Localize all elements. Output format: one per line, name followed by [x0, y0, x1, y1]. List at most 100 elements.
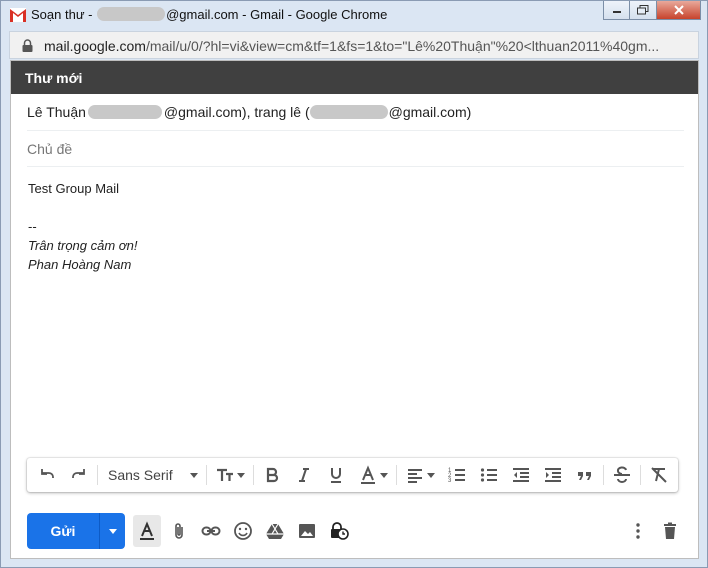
font-size-button[interactable]	[209, 460, 251, 490]
compose-secondary-actions	[622, 515, 686, 547]
redacted-email	[309, 105, 388, 119]
discard-icon	[664, 522, 676, 539]
align-icon	[408, 469, 422, 483]
recipient1-suffix: @gmail.com), trang lê (	[163, 104, 310, 120]
window-title-prefix: Soạn thư -	[31, 7, 97, 22]
undo-button[interactable]	[31, 460, 63, 490]
send-options-button[interactable]	[99, 513, 125, 549]
indent-less-button[interactable]	[505, 460, 537, 490]
font-family-select[interactable]: Sans Serif	[100, 460, 204, 490]
link-icon	[201, 526, 221, 536]
redo-icon	[72, 469, 85, 478]
numbered-list-button[interactable]: 123	[441, 460, 473, 490]
confidential-icon	[331, 522, 349, 540]
photo-icon	[299, 524, 315, 538]
numbered-list-icon: 123	[448, 468, 465, 484]
subject-field[interactable]: Chủ đề	[27, 133, 684, 167]
gmail-logo-icon	[10, 8, 26, 22]
text-color-button[interactable]	[352, 460, 394, 490]
more-options-icon	[636, 523, 640, 539]
confidential-mode-button[interactable]	[323, 515, 355, 547]
remove-formatting-icon	[651, 467, 667, 483]
bulleted-list-button[interactable]	[473, 460, 505, 490]
formatting-toolbar: Sans Serif 1 2 3	[27, 458, 678, 492]
toolbar-divider	[253, 465, 254, 485]
url-host: mail.google.com	[44, 38, 146, 54]
toolbar-divider	[603, 465, 604, 485]
italic-icon	[299, 468, 309, 482]
chevron-down-icon	[427, 472, 435, 478]
quote-icon	[578, 472, 591, 480]
toolbar-divider	[206, 465, 207, 485]
indent-more-button[interactable]	[537, 460, 569, 490]
bold-button[interactable]	[256, 460, 288, 490]
compose-window: Thư mới Lê Thuận @gmail.com), trang lê ( @…	[10, 60, 699, 559]
window-title-suffix: @gmail.com - Gmail - Google Chrome	[166, 7, 388, 22]
compose-header: Thư mới	[11, 61, 698, 94]
signature-line: Phan Hoàng Nam	[28, 257, 132, 272]
recipient1-name: Lê Thuận	[27, 104, 86, 120]
underline-icon	[331, 468, 341, 483]
bulleted-list-icon	[480, 468, 497, 482]
chevron-down-icon	[237, 472, 245, 478]
emoji-icon	[234, 522, 252, 540]
window-title: Soạn thư - @gmail.com - Gmail - Google C…	[31, 7, 387, 22]
toolbar-divider	[640, 465, 641, 485]
insert-photo-button[interactable]	[291, 515, 323, 547]
chevron-down-icon	[380, 472, 388, 478]
minimize-icon	[612, 11, 621, 13]
remove-formatting-button[interactable]	[643, 460, 675, 490]
undo-icon	[41, 469, 54, 478]
drive-icon	[266, 523, 284, 539]
indent-more-icon	[545, 468, 561, 482]
align-button[interactable]	[399, 460, 441, 490]
subject-placeholder: Chủ đề	[27, 141, 73, 157]
insert-emoji-button[interactable]	[227, 515, 259, 547]
restore-button[interactable]	[630, 1, 657, 20]
message-body[interactable]: Test Group Mail -- Trân trọng cảm ơn! Ph…	[28, 179, 138, 274]
text-color-icon	[361, 465, 375, 484]
toolbar-divider	[396, 465, 397, 485]
strikethrough-button[interactable]	[606, 460, 638, 490]
toolbar-divider	[97, 465, 98, 485]
signature-line: Trân trọng cảm ơn!	[28, 238, 138, 253]
chevron-down-icon	[190, 472, 198, 478]
url-text: mail.google.com/mail/u/0/?hl=vi&view=cm&…	[44, 38, 684, 54]
redacted-email	[87, 105, 162, 119]
restore-icon	[637, 5, 649, 15]
minimize-button[interactable]	[603, 1, 630, 20]
formatting-options-button[interactable]	[133, 515, 161, 547]
chevron-down-icon	[108, 528, 117, 534]
bold-icon	[266, 467, 279, 483]
attach-icon	[175, 523, 183, 539]
title-bar[interactable]: Soạn thư - @gmail.com - Gmail - Google C…	[1, 1, 707, 29]
body-line: Test Group Mail	[28, 181, 120, 196]
recipients-field[interactable]: Lê Thuận @gmail.com), trang lê ( @gmail.co…	[27, 95, 684, 131]
browser-window: Soạn thư - @gmail.com - Gmail - Google C…	[0, 0, 708, 568]
window-controls	[603, 1, 701, 21]
underline-button[interactable]	[320, 460, 352, 490]
font-family-value: Sans Serif	[108, 467, 173, 483]
strikethrough-icon	[614, 466, 630, 483]
send-button[interactable]: Gửi	[27, 513, 99, 549]
attach-button[interactable]	[163, 515, 195, 547]
close-button[interactable]	[657, 1, 701, 20]
insert-link-button[interactable]	[195, 515, 227, 547]
address-bar[interactable]: mail.google.com/mail/u/0/?hl=vi&view=cm&…	[9, 31, 699, 59]
redo-button[interactable]	[63, 460, 95, 490]
quote-button[interactable]	[569, 460, 601, 490]
compose-actions	[131, 515, 355, 547]
signature-separator: --	[28, 219, 37, 234]
recipient2-suffix: @gmail.com)	[388, 104, 472, 120]
discard-draft-button[interactable]	[654, 515, 686, 547]
redacted-email	[97, 7, 166, 21]
insert-drive-button[interactable]	[259, 515, 291, 547]
more-options-button[interactable]	[622, 515, 654, 547]
indent-less-icon	[513, 468, 529, 482]
url-path: /mail/u/0/?hl=vi&view=cm&tf=1&fs=1&to="L…	[145, 38, 660, 54]
formatting-icon	[140, 521, 154, 540]
close-icon	[673, 5, 684, 15]
italic-button[interactable]	[288, 460, 320, 490]
send-button-group: Gửi	[27, 513, 125, 549]
